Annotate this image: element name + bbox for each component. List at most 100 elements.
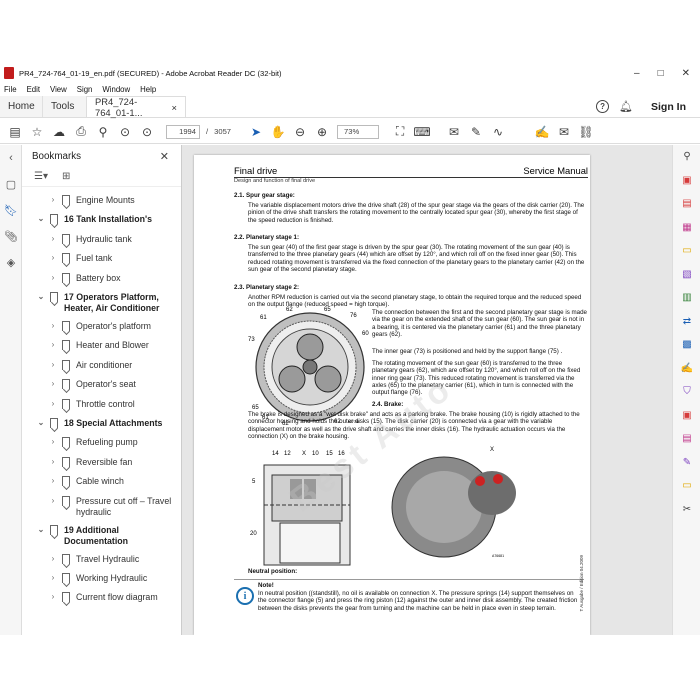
zoom-in-icon[interactable]: ⊕ xyxy=(311,123,333,141)
fill-sign-icon[interactable]: ✍ xyxy=(673,357,700,381)
collapse-pane-icon[interactable]: ‹ xyxy=(0,145,22,171)
chevron-right-icon[interactable]: › xyxy=(48,457,58,466)
bookmark-item[interactable]: › Hydraulic tank xyxy=(48,233,172,245)
tab-tools[interactable]: Tools xyxy=(42,96,86,117)
more-tools-icon[interactable]: ✂ xyxy=(673,498,700,522)
search-tool-icon[interactable]: ⚲ xyxy=(673,145,700,169)
bookmark-item[interactable]: › Cable winch xyxy=(48,476,172,487)
menu-help[interactable]: Help xyxy=(140,85,156,94)
request-signature-icon[interactable]: ✎ xyxy=(673,451,700,475)
bookmark-item[interactable]: › Engine Mounts xyxy=(48,195,172,206)
menu-edit[interactable]: Edit xyxy=(27,85,40,94)
chevron-right-icon[interactable]: › xyxy=(48,195,58,204)
share-link-icon[interactable]: ⛓ xyxy=(575,123,597,141)
bookmark-star-icon[interactable]: ☆ xyxy=(26,123,48,141)
menu-view[interactable]: View xyxy=(50,85,67,94)
email-icon[interactable]: ✉ xyxy=(553,123,575,141)
bookmark-item[interactable]: › Travel Hydraulic xyxy=(48,553,172,565)
tab-close-icon[interactable]: × xyxy=(172,102,177,113)
document-view[interactable]: Final drive Service Manual Design and fu… xyxy=(182,145,672,635)
bookmark-item[interactable]: › Operator's platform xyxy=(48,321,172,332)
chevron-right-icon[interactable]: › xyxy=(48,573,58,582)
chevron-right-icon[interactable]: › xyxy=(48,273,58,282)
comment-tool-icon[interactable]: ▭ xyxy=(673,239,700,263)
tab-home[interactable]: Home xyxy=(0,96,42,117)
bookmark-item[interactable]: › Air conditioner xyxy=(48,359,172,371)
organize-pages-icon[interactable]: ▥ xyxy=(673,286,700,310)
chevron-right-icon[interactable]: › xyxy=(48,399,58,408)
send-comments-icon[interactable]: ▭ xyxy=(673,474,700,498)
page-thumbnails-icon[interactable]: ▢ xyxy=(0,171,22,197)
bookmark-item[interactable]: › Refueling pump xyxy=(48,437,172,448)
chevron-right-icon[interactable]: › xyxy=(48,321,58,330)
chevron-right-icon[interactable]: › xyxy=(48,253,58,262)
chevron-right-icon[interactable]: › xyxy=(48,592,58,601)
select-cursor-icon[interactable]: ➤ xyxy=(245,123,267,141)
protect-icon[interactable]: ⛉ xyxy=(673,380,700,404)
attachments-icon[interactable]: 📎︎ xyxy=(0,223,22,249)
zoom-dropdown[interactable]: 73% xyxy=(337,124,380,139)
bookmark-item[interactable]: › Fuel tank xyxy=(48,253,172,264)
previous-page-icon[interactable]: ⊙ xyxy=(114,123,136,141)
close-panel-icon[interactable]: ✕ xyxy=(160,150,169,163)
tab-document[interactable]: PR4_724-764_01-1... × xyxy=(86,96,186,118)
chevron-right-icon[interactable]: › xyxy=(48,379,58,388)
bookmark-item[interactable]: › Heater and Blower xyxy=(48,340,172,351)
bookmark-section[interactable]: ⌄ 18 Special Attachments xyxy=(36,418,172,429)
next-page-icon[interactable]: ⊙ xyxy=(136,123,158,141)
bookmark-section[interactable]: ⌄ 16 Tank Installation's xyxy=(36,214,172,225)
menu-file[interactable]: File xyxy=(4,85,17,94)
export-pdf-icon[interactable]: ▣ xyxy=(673,169,700,193)
maximize-button[interactable]: □ xyxy=(658,68,664,79)
fit-page-icon[interactable]: ⛶ xyxy=(389,123,411,141)
scan-icon[interactable]: ▩ xyxy=(673,333,700,357)
chevron-down-icon[interactable]: ⌄ xyxy=(36,525,46,534)
chevron-right-icon[interactable]: › xyxy=(48,437,58,446)
cloud-upload-icon[interactable]: ☁ xyxy=(48,123,70,141)
menu-window[interactable]: Window xyxy=(102,85,130,94)
bookmark-section[interactable]: ⌄ 19 Additional Documentation xyxy=(36,524,172,547)
hand-tool-icon[interactable]: ✋ xyxy=(267,123,289,141)
chevron-down-icon[interactable]: ⌄ xyxy=(36,214,46,223)
keyboard-icon[interactable]: ⌨ xyxy=(411,123,433,141)
bookmark-item[interactable]: › Operator's seat xyxy=(48,379,172,390)
chevron-right-icon[interactable]: › xyxy=(48,360,58,369)
comment-icon[interactable]: ✉ xyxy=(443,123,465,141)
bookmark-item[interactable]: › Current flow diagram xyxy=(48,592,172,603)
search-icon[interactable]: ⚲ xyxy=(92,123,114,141)
bookmark-options-icon[interactable]: ☰▾ xyxy=(34,171,48,182)
minimize-button[interactable]: – xyxy=(634,68,640,79)
prepare-form-icon[interactable]: ▤ xyxy=(673,427,700,451)
convert-icon[interactable]: ⇄ xyxy=(673,310,700,334)
draw-icon[interactable]: ∿ xyxy=(487,123,509,141)
zoom-out-icon[interactable]: ⊖ xyxy=(289,123,311,141)
chevron-right-icon[interactable]: › xyxy=(48,476,58,485)
bookmark-item[interactable]: › Battery box xyxy=(48,272,172,284)
chevron-right-icon[interactable]: › xyxy=(48,554,58,563)
bookmark-item[interactable]: › Throttle control xyxy=(48,398,172,410)
chevron-down-icon[interactable]: ⌄ xyxy=(36,418,46,427)
chevron-right-icon[interactable]: › xyxy=(48,340,58,349)
new-bookmark-icon[interactable]: ⊞ xyxy=(62,171,70,182)
save-icon[interactable]: ▤ xyxy=(4,123,26,141)
close-window-button[interactable]: ✕ xyxy=(682,68,690,79)
layers-icon[interactable]: ◈ xyxy=(0,249,22,275)
combine-files-icon[interactable]: ▧ xyxy=(673,263,700,287)
sign-pen-icon[interactable]: ✍ xyxy=(531,123,553,141)
optimize-icon[interactable]: ▣ xyxy=(673,404,700,428)
bookmark-section[interactable]: ⌄ 17 Operators Platform, Heater, Air Cond… xyxy=(36,292,172,314)
notification-bell-icon[interactable]: 🔔︎ xyxy=(619,100,633,113)
print-icon[interactable]: ⎙ xyxy=(70,123,92,141)
edit-pdf-icon[interactable]: ▦ xyxy=(673,216,700,240)
bookmark-item[interactable]: › Reversible fan xyxy=(48,456,172,468)
bookmark-item[interactable]: › Working Hydraulic xyxy=(48,573,172,584)
create-pdf-icon[interactable]: ▤ xyxy=(673,192,700,216)
menu-sign[interactable]: Sign xyxy=(77,85,93,94)
sign-in-button[interactable]: Sign In xyxy=(651,101,686,113)
bookmark-item[interactable]: › Pressure cut off – Travel hydraulic xyxy=(48,495,172,518)
highlight-pen-icon[interactable]: ✎ xyxy=(465,123,487,141)
help-icon[interactable]: ? xyxy=(596,100,610,113)
chevron-right-icon[interactable]: › xyxy=(48,234,58,243)
chevron-right-icon[interactable]: › xyxy=(48,496,58,505)
bookmarks-panel-icon[interactable]: 🔖︎ xyxy=(0,197,22,223)
